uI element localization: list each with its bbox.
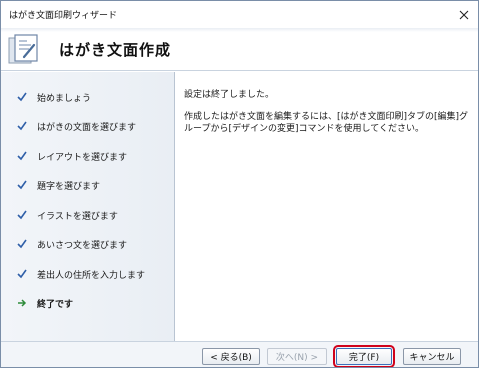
checkmark-icon (17, 239, 27, 249)
instruction-text: 作成したはがき文面を編集するには、[はがき文面印刷]タブの[編集]グ ループから… (184, 112, 469, 134)
step-label: イラストを選びます (37, 212, 118, 222)
page-title: はがき文面作成 (59, 41, 172, 59)
close-icon (459, 10, 469, 19)
content-area: 設定は終了しました。 作成したはがき文面を編集するには、[はがき文面印刷]タブの… (184, 89, 474, 329)
step-label: 差出人の住所を入力します (37, 271, 146, 281)
back-button[interactable]: < 戻る(B) (202, 348, 260, 365)
step-label: 終了です (37, 300, 74, 310)
step-item: 題字を選びます (1, 174, 175, 196)
title-bar: はがき文面印刷ウィザード (1, 1, 478, 28)
step-item: はがきの文面を選びます (1, 115, 175, 137)
window-title: はがき文面印刷ウィザード (9, 11, 118, 21)
checkmark-icon (17, 210, 27, 220)
wizard-header: はがき文面作成 (1, 28, 478, 71)
close-button[interactable] (450, 1, 478, 28)
step-item-current: 終了です (1, 292, 175, 314)
step-list: 始めましょう はがきの文面を選びます レイアウトを選びます 題字を選びます イラ… (1, 72, 175, 341)
step-label: はがきの文面を選びます (37, 123, 137, 133)
completion-message: 設定は終了しました。 (184, 90, 275, 100)
step-label: レイアウトを選びます (37, 153, 128, 163)
step-item: 差出人の住所を入力します (1, 263, 175, 285)
step-item: 始めましょう (1, 86, 175, 108)
step-label: 始めましょう (37, 94, 92, 104)
button-bar: < 戻る(B) 次へ(N) > 完了(F) キャンセル (1, 341, 478, 367)
checkmark-icon (17, 269, 27, 279)
step-item: あいさつ文を選びます (1, 233, 175, 255)
wizard-window: はがき文面印刷ウィザード はがき文面作成 始めましょう はがきの文面を選びます … (0, 0, 479, 368)
postcard-wizard-icon (8, 34, 38, 64)
step-item: レイアウトを選びます (1, 145, 175, 167)
checkmark-icon (17, 92, 27, 102)
step-label: 題字を選びます (37, 182, 101, 192)
checkmark-icon (17, 121, 27, 131)
checkmark-icon (17, 151, 27, 161)
arrow-right-icon (18, 299, 27, 307)
checkmark-icon (17, 180, 27, 190)
finish-button[interactable]: 完了(F) (333, 345, 395, 367)
step-item: イラストを選びます (1, 204, 175, 226)
step-label: あいさつ文を選びます (37, 241, 128, 251)
cancel-button[interactable]: キャンセル (403, 348, 461, 365)
next-button[interactable]: 次へ(N) > (267, 348, 327, 365)
